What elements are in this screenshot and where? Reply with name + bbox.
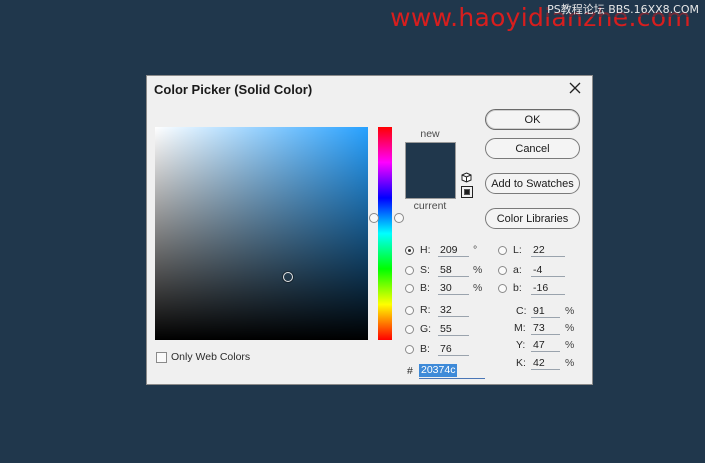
hue-label: H: bbox=[420, 244, 431, 256]
current-color-label: current bbox=[413, 200, 447, 212]
magenta-label: M: bbox=[514, 322, 526, 334]
color-picker-dialog: Color Picker (Solid Color) new current O… bbox=[146, 75, 593, 385]
lightness-row: L: bbox=[498, 242, 522, 258]
black-label: K: bbox=[516, 357, 526, 369]
hue-input[interactable]: 209 bbox=[438, 243, 469, 257]
saturation-input[interactable]: 58 bbox=[438, 263, 469, 277]
ok-button[interactable]: OK bbox=[485, 109, 580, 130]
lab-a-row: a: bbox=[498, 262, 522, 278]
lab-a-input[interactable]: -4 bbox=[531, 263, 565, 277]
lab-b-label: b: bbox=[513, 282, 522, 294]
lab-b-input[interactable]: -16 bbox=[531, 281, 565, 295]
red-row: R: bbox=[405, 302, 431, 318]
lightness-input[interactable]: 22 bbox=[531, 243, 565, 257]
saturation-label: S: bbox=[420, 264, 430, 276]
cyan-unit: % bbox=[565, 305, 575, 317]
red-label: R: bbox=[420, 304, 431, 316]
only-web-colors-checkbox[interactable] bbox=[156, 352, 167, 363]
cancel-button[interactable]: Cancel bbox=[485, 138, 580, 159]
watermark-subtext: PS教程论坛 BBS.16XX8.COM bbox=[545, 1, 701, 17]
hex-input[interactable]: 20374c bbox=[419, 364, 485, 379]
hue-radio[interactable] bbox=[405, 245, 414, 255]
magenta-input[interactable]: 73 bbox=[531, 321, 560, 335]
green-radio[interactable] bbox=[405, 324, 414, 334]
blue-radio[interactable] bbox=[405, 344, 414, 354]
hue-unit: ° bbox=[473, 244, 478, 256]
color-field-cursor[interactable] bbox=[283, 272, 293, 282]
new-color-label: new bbox=[420, 128, 440, 140]
green-input[interactable]: 55 bbox=[438, 322, 469, 336]
brightness-row: B: bbox=[405, 280, 430, 296]
hue-slider[interactable] bbox=[378, 127, 392, 340]
yellow-unit: % bbox=[565, 339, 575, 351]
black-unit: % bbox=[565, 357, 575, 369]
black-input[interactable]: 42 bbox=[531, 356, 560, 370]
red-radio[interactable] bbox=[405, 305, 414, 315]
hex-label: # bbox=[407, 365, 413, 377]
only-web-colors-label: Only Web Colors bbox=[171, 351, 251, 363]
magenta-unit: % bbox=[565, 322, 575, 334]
saturation-row: S: bbox=[405, 262, 430, 278]
blue-row: B: bbox=[405, 341, 430, 357]
brightness-unit: % bbox=[473, 282, 483, 294]
green-row: G: bbox=[405, 321, 431, 337]
yellow-label: Y: bbox=[516, 339, 526, 351]
lab-a-radio[interactable] bbox=[498, 265, 507, 275]
brightness-radio[interactable] bbox=[405, 283, 414, 293]
saturation-unit: % bbox=[473, 264, 483, 276]
cyan-label: C: bbox=[516, 305, 527, 317]
current-color-swatch[interactable] bbox=[406, 170, 455, 198]
saturation-radio[interactable] bbox=[405, 265, 414, 275]
close-button[interactable] bbox=[566, 79, 584, 97]
close-icon bbox=[569, 82, 581, 94]
lab-a-label: a: bbox=[513, 264, 522, 276]
color-preview bbox=[405, 142, 456, 199]
lab-b-radio[interactable] bbox=[498, 283, 507, 293]
lightness-label: L: bbox=[513, 244, 522, 256]
out-of-gamut-cube-icon[interactable] bbox=[461, 172, 472, 183]
green-label: G: bbox=[420, 323, 432, 335]
color-libraries-button[interactable]: Color Libraries bbox=[485, 208, 580, 229]
dialog-titlebar[interactable]: Color Picker (Solid Color) bbox=[147, 76, 592, 102]
add-to-swatches-button[interactable]: Add to Swatches bbox=[485, 173, 580, 194]
cyan-input[interactable]: 91 bbox=[531, 304, 560, 318]
hue-slider-handle-right[interactable] bbox=[394, 213, 404, 223]
new-color-swatch bbox=[406, 143, 455, 171]
blue-label: B: bbox=[420, 343, 430, 355]
color-field[interactable] bbox=[155, 127, 368, 340]
web-safe-swatch-icon[interactable] bbox=[461, 186, 473, 198]
brightness-input[interactable]: 30 bbox=[438, 281, 469, 295]
blue-input[interactable]: 76 bbox=[438, 342, 469, 356]
hex-value: 20374c bbox=[419, 364, 458, 377]
hue-slider-handle-left[interactable] bbox=[369, 213, 379, 223]
yellow-input[interactable]: 47 bbox=[531, 338, 560, 352]
brightness-label: B: bbox=[420, 282, 430, 294]
red-input[interactable]: 32 bbox=[438, 303, 469, 317]
hue-row: H: bbox=[405, 242, 431, 258]
lightness-radio[interactable] bbox=[498, 245, 507, 255]
dialog-title: Color Picker (Solid Color) bbox=[154, 82, 313, 97]
lab-b-row: b: bbox=[498, 280, 522, 296]
